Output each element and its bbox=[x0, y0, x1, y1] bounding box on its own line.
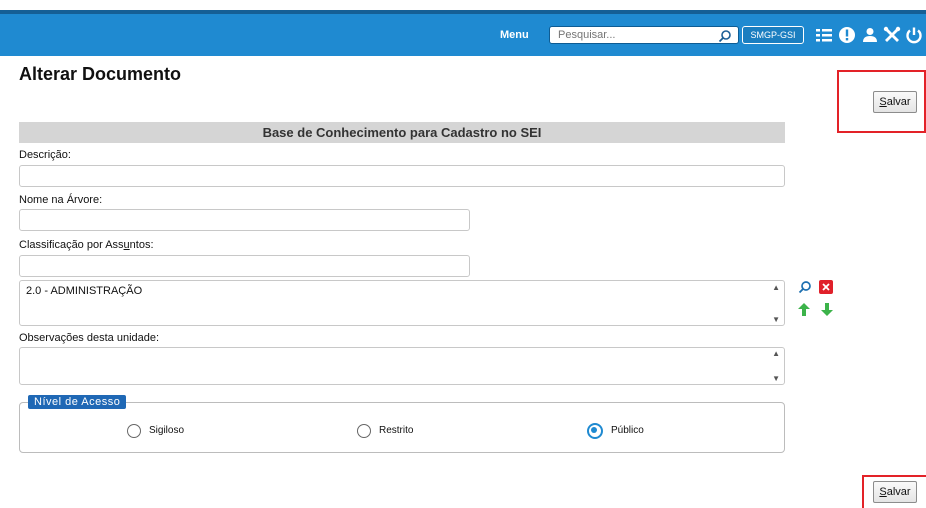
menu-link[interactable]: Menu bbox=[500, 29, 529, 41]
radio-publico[interactable] bbox=[587, 423, 603, 439]
assunto-item[interactable]: 2.0 - ADMINISTRAÇÃO bbox=[26, 285, 142, 297]
save-button-bottom[interactable]: Salvar bbox=[873, 481, 917, 503]
power-icon[interactable] bbox=[904, 25, 924, 45]
radio-restrito[interactable] bbox=[357, 424, 371, 438]
tools-icon[interactable] bbox=[882, 25, 902, 45]
remove-subject-icon[interactable] bbox=[819, 280, 833, 294]
scroll-up-icon[interactable]: ▲ bbox=[772, 283, 780, 292]
classificacao-search-field[interactable] bbox=[19, 255, 470, 277]
save-label: alvar bbox=[886, 486, 911, 498]
assuntos-listbox[interactable]: 2.0 - ADMINISTRAÇÃO ▲ ▼ bbox=[19, 280, 785, 326]
classificacao-label-pre: Classificação por Ass bbox=[19, 239, 124, 251]
arvore-label: Nome na Árvore: bbox=[19, 194, 103, 206]
page-title: Alterar Documento bbox=[19, 64, 182, 84]
list-icon[interactable] bbox=[814, 25, 834, 45]
scroll-down-icon[interactable]: ▼ bbox=[772, 374, 780, 383]
search-icon[interactable] bbox=[718, 29, 732, 43]
radio-sigiloso[interactable] bbox=[127, 424, 141, 438]
search-subject-icon[interactable] bbox=[798, 280, 812, 294]
classificacao-label-post: ntos: bbox=[129, 239, 154, 251]
radio-sigiloso-label[interactable]: Sigiloso bbox=[149, 425, 184, 436]
search-input[interactable] bbox=[550, 27, 720, 43]
top-strip bbox=[0, 0, 926, 10]
save-label: alvar bbox=[886, 96, 911, 108]
move-up-icon[interactable] bbox=[798, 303, 810, 316]
unit-selector[interactable]: SMGP-GSI bbox=[742, 26, 804, 44]
move-down-icon[interactable] bbox=[821, 303, 833, 316]
top-navbar-edge bbox=[0, 10, 926, 14]
save-button-top[interactable]: Salvar bbox=[873, 91, 917, 113]
section-header: Base de Conhecimento para Cadastro no SE… bbox=[19, 122, 785, 143]
arvore-field[interactable] bbox=[19, 209, 470, 231]
radio-restrito-label[interactable]: Restrito bbox=[379, 425, 413, 436]
save-accesskey: S bbox=[879, 486, 887, 498]
radio-publico-label[interactable]: Público bbox=[611, 425, 644, 436]
user-icon[interactable] bbox=[860, 25, 880, 45]
search-box[interactable] bbox=[549, 26, 739, 44]
save-accesskey: S bbox=[879, 96, 887, 108]
scroll-down-icon[interactable]: ▼ bbox=[772, 315, 780, 324]
access-level-legend: Nível de Acesso bbox=[28, 395, 127, 409]
scroll-up-icon[interactable]: ▲ bbox=[772, 349, 780, 358]
alert-icon[interactable] bbox=[837, 25, 857, 45]
observacoes-field[interactable]: ▲ ▼ bbox=[19, 347, 785, 385]
descricao-field[interactable] bbox=[19, 165, 785, 187]
descricao-label: Descrição: bbox=[19, 149, 71, 161]
observacoes-label: Observações desta unidade: bbox=[19, 332, 160, 344]
classificacao-label: Classificação por Assuntos: bbox=[19, 239, 154, 251]
